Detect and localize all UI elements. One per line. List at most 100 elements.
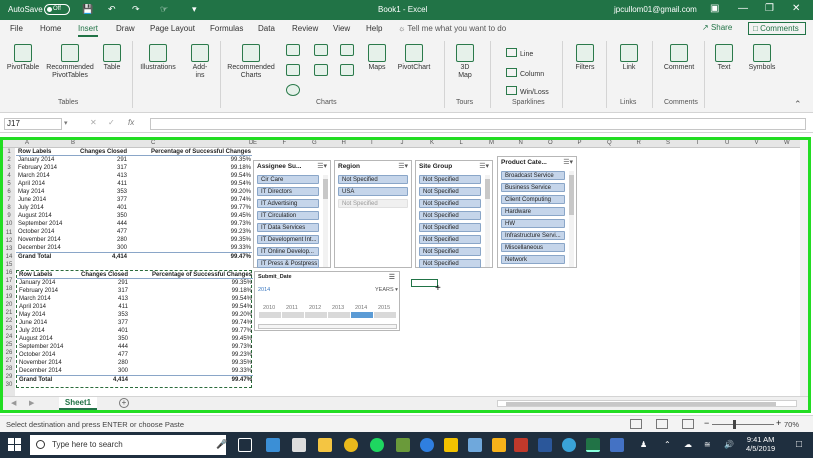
sparkline-column-button[interactable]: Column [506,68,544,78]
scatter-chart-button[interactable] [338,44,356,58]
mail-icon[interactable] [292,438,306,452]
tab-page-layout[interactable]: Page Layout [150,24,195,33]
windows-start-icon[interactable] [8,438,22,452]
taskbar-clock[interactable]: 9:41 AM 4/5/2019 [746,435,775,453]
pie-chart-button[interactable] [284,84,302,98]
group-separator [562,41,563,108]
taskbar-search[interactable]: Type here to search 🎤 [30,435,227,455]
comments-button[interactable]: □ Comments [748,22,806,35]
tab-home[interactable]: Home [40,24,61,33]
formula-input[interactable] [150,118,806,130]
minimize-icon[interactable]: — [738,3,748,14]
maps-button[interactable]: Maps [364,44,390,72]
photos-icon[interactable] [468,438,482,452]
teams-icon[interactable] [610,438,624,452]
tab-view[interactable]: View [333,24,350,33]
tab-data[interactable]: Data [258,24,275,33]
account-name[interactable]: jpcullom01@gmail.com [614,5,697,14]
pie-chart-icon [286,84,300,96]
zoom-slider-thumb[interactable] [733,420,736,429]
statistic-chart-button[interactable] [312,64,330,78]
zoom-slider[interactable] [712,424,774,425]
notifications-icon[interactable]: □ [796,439,802,450]
page-break-view-icon[interactable] [682,419,694,429]
spotify-icon[interactable] [370,438,384,452]
sticky-app-icon[interactable] [492,438,506,452]
recommended-pivottables-button[interactable]: Recommended PivotTables [44,44,96,80]
name-box[interactable]: J17 [4,118,62,130]
tab-help[interactable]: Help [366,24,382,33]
excel-taskbar-icon[interactable] [586,438,600,452]
redo-icon[interactable]: ↷ [132,4,140,15]
filters-button[interactable]: Filters [570,44,600,72]
onedrive-icon[interactable]: ☁ [684,440,692,449]
table-label: Table [103,64,121,71]
line-chart-icon [286,64,300,76]
comment-label: Comment [663,64,695,71]
close-icon[interactable]: ✕ [792,3,800,14]
column-chart-button[interactable] [284,44,302,58]
addins-button[interactable]: Add- ins [186,44,214,80]
tab-review[interactable]: Review [292,24,318,33]
enter-icon[interactable]: ✓ [108,118,115,127]
table-button[interactable]: Table [100,44,124,72]
3d-map-label: 3D Map [458,64,472,79]
edge-icon[interactable] [266,438,280,452]
link-button[interactable]: Link [616,44,642,72]
comment-button[interactable]: Comment [660,44,698,72]
zoom-in-icon[interactable]: + [776,418,781,428]
touch-mode-icon[interactable]: ☞ [160,4,168,15]
pivottable-button[interactable]: PivotTable [6,44,40,72]
tab-formulas[interactable]: Formulas [210,24,243,33]
network-app-icon[interactable] [562,438,576,452]
customize-qat-icon[interactable]: ▾ [192,4,197,15]
clock-date: 4/5/2019 [746,444,776,453]
volume-icon[interactable]: 🔊 [724,440,734,449]
show-hidden-icons[interactable]: ⌃ [664,440,671,449]
fx-icon[interactable]: fx [128,118,134,127]
ribbon-display-icon[interactable]: ▣ [710,3,719,14]
wifi-icon[interactable]: ≊ [704,440,711,449]
sparkline-winloss-button[interactable]: Win/Loss [506,86,549,96]
pivotchart-button[interactable]: PivotChart [394,44,434,72]
share-button[interactable]: ↗ Share [702,23,732,32]
microphone-icon[interactable]: 🎤 [216,439,227,450]
people-icon[interactable]: ♟ [640,440,647,449]
sheet-selection-highlight [0,137,811,413]
illustrations-button[interactable]: Illustrations [136,44,180,72]
namebox-dropdown-icon[interactable]: ▾ [64,119,68,127]
save-icon[interactable]: 💾 [82,4,93,15]
symbols-button[interactable]: Symbols [744,44,780,72]
recommended-charts-button[interactable]: Recommended Charts [224,44,278,80]
bluetooth-app-icon[interactable] [420,438,434,452]
combo-chart-button[interactable] [338,64,356,78]
tell-me-search[interactable]: ☼ Tell me what you want to do [398,24,506,33]
tab-insert[interactable]: Insert [78,24,99,37]
tab-file[interactable]: File [10,24,23,33]
maps-label: Maps [368,64,386,71]
page-layout-view-icon[interactable] [656,419,668,429]
line-chart-button[interactable] [284,64,302,78]
collapse-ribbon-icon[interactable]: ⌃ [794,99,802,110]
autosave-toggle[interactable]: Off [44,4,70,15]
hierarchy-chart-button[interactable] [312,44,330,58]
restore-icon[interactable]: ❐ [765,3,774,14]
text-button[interactable]: Text [712,44,736,72]
tab-draw[interactable]: Draw [116,24,135,33]
normal-view-icon[interactable] [630,419,642,429]
chrome-icon[interactable] [344,438,358,452]
3d-map-button[interactable]: 3D Map [452,44,478,80]
sparkline-line-button[interactable]: Line [506,48,533,58]
file-explorer-icon[interactable] [318,438,332,452]
cancel-icon[interactable]: ✕ [90,118,97,127]
zoom-level[interactable]: 70% [784,420,799,429]
zoom-out-icon[interactable]: − [704,418,709,428]
undo-icon[interactable]: ↶ [108,4,116,15]
text-icon [715,44,733,62]
calendar-app-icon[interactable] [514,438,528,452]
task-view-icon[interactable] [238,438,252,452]
word-icon[interactable] [538,438,552,452]
game-app-icon[interactable] [396,438,410,452]
power-bi-icon[interactable] [444,438,458,452]
recommended-charts-icon [242,44,260,62]
